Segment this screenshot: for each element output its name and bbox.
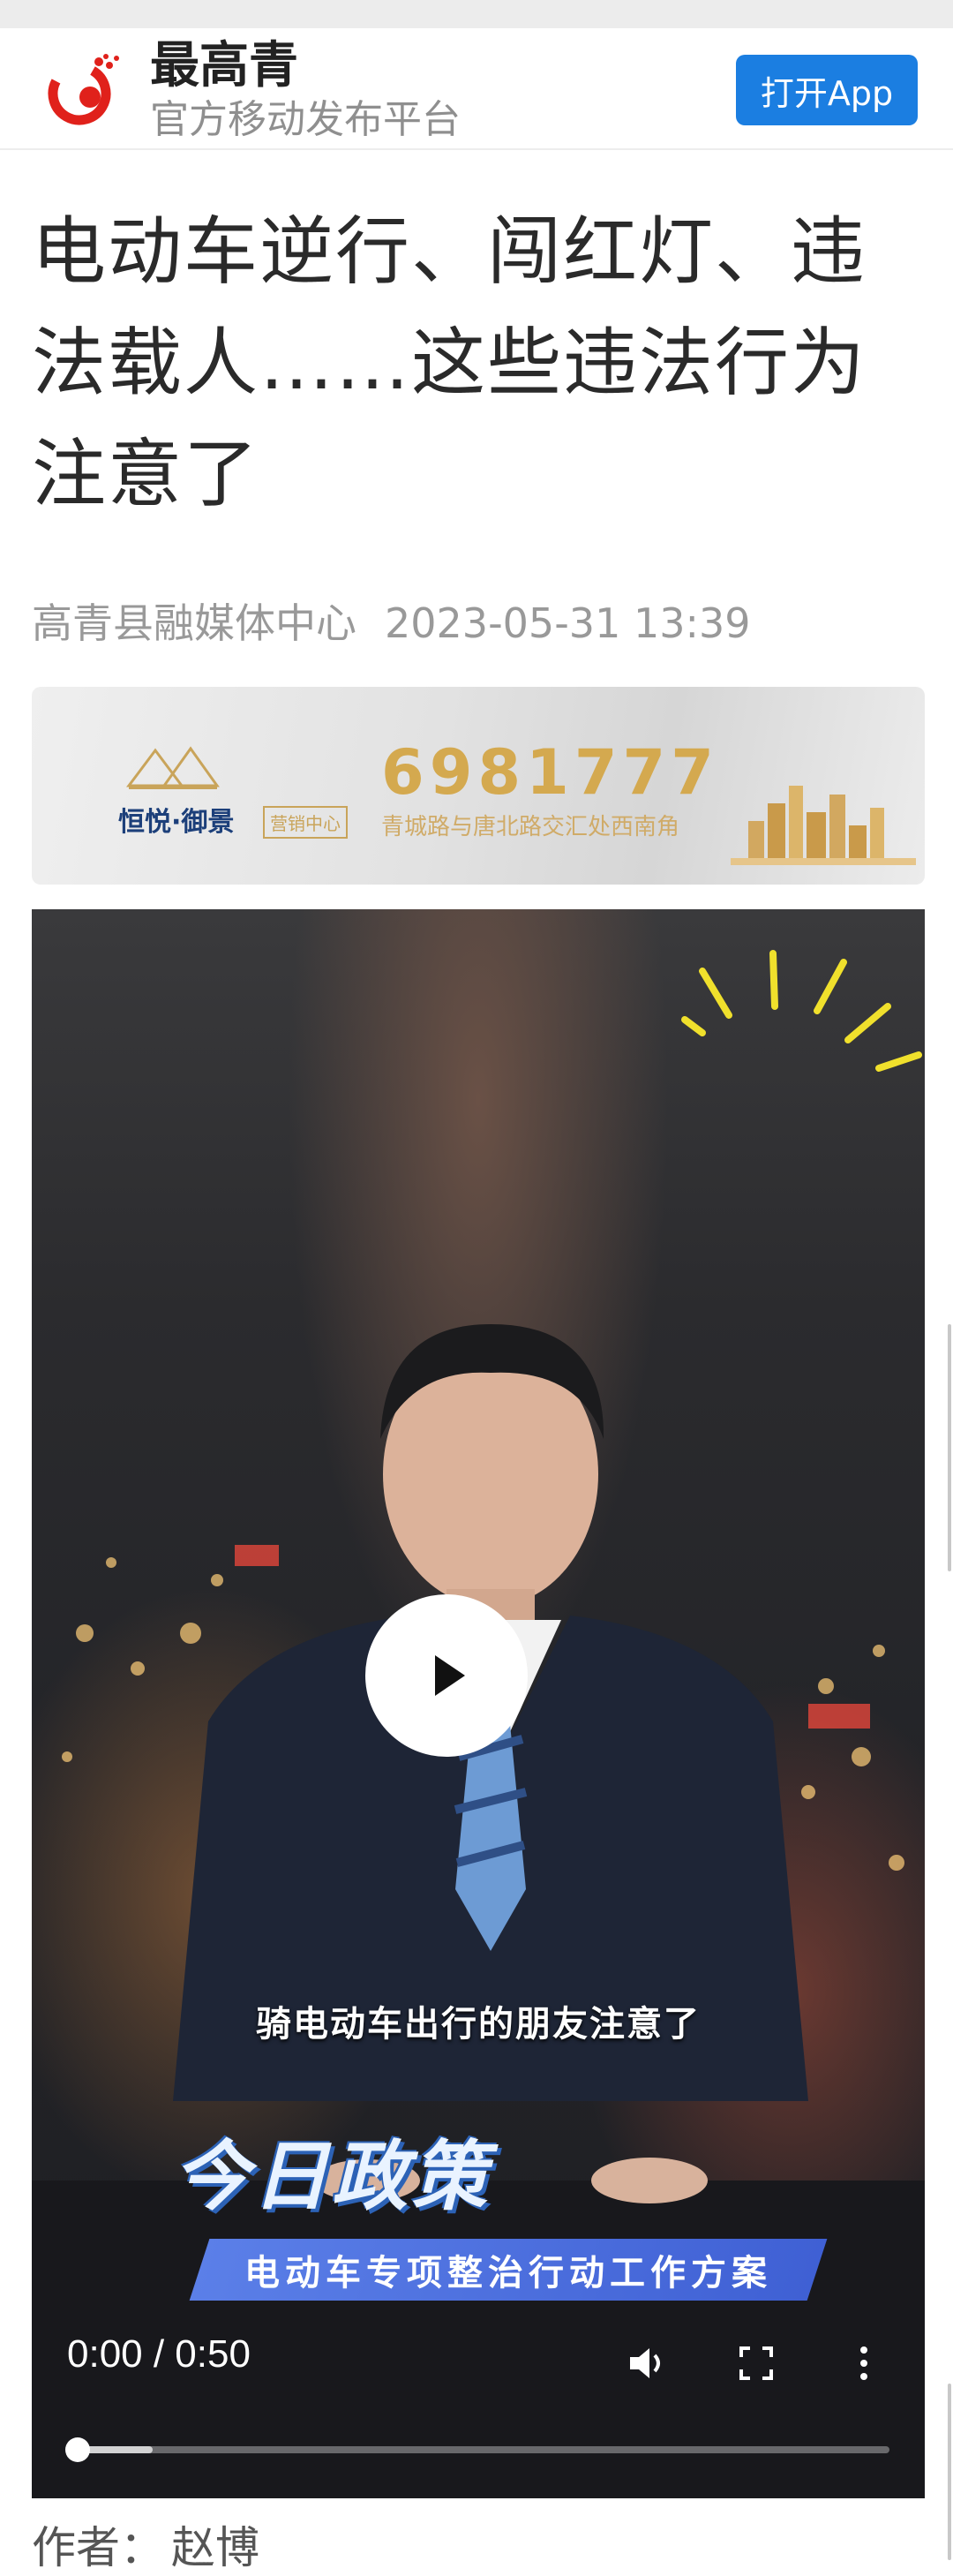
author-name: 赵博 [171,2522,259,2573]
scrollbar[interactable] [948,1324,951,1571]
article-author: 作者： 赵博 [32,2512,259,2576]
more-vertical-icon[interactable] [842,2341,886,2385]
app-header: 最高青 官方移动发布平台 打开App [0,28,953,150]
video-buffer-bar [79,2446,153,2453]
volume-icon[interactable] [625,2341,669,2385]
app-slogan: 官方移动发布平台 [150,97,461,142]
status-strip [0,0,953,28]
app-name: 最高青 [150,37,298,94]
ad-brand: 恒悦·御景 [118,807,235,838]
ad-tag: 营销中心 [263,806,348,839]
play-button[interactable] [365,1594,528,1757]
skyline-icon [731,786,916,865]
video-banner-title: 今日政策 [173,2133,491,2221]
video-progress-bar[interactable] [79,2446,889,2453]
article-source[interactable]: 高青县融媒体中心 [32,599,356,647]
play-icon [435,1655,465,1696]
video-subtitle: 骑电动车出行的朋友注意了 [256,2004,701,2045]
ad-phone: 6981777 [381,736,719,809]
author-label: 作者： [32,2522,164,2573]
video-banner-subtitle: 电动车专项整治行动工作方案 [244,2253,772,2294]
article-date: 2023-05-31 13:39 [385,599,751,647]
article-title: 电动车逆行、闯红灯、违法载人……这些违法行为注意了 [32,208,867,517]
ad-logo-emblem [126,746,220,789]
video-time: 0:00 / 0:50 [67,2332,251,2376]
ad-address: 青城路与唐北路交汇处西南角 [381,814,680,840]
article-meta: 高青县融媒体中心 2023-05-31 13:39 [32,591,751,650]
video-progress-thumb[interactable] [65,2437,90,2462]
ad-banner[interactable]: 恒悦·御景 营销中心 6981777 青城路与唐北路交汇处西南角 [32,687,925,885]
app-logo-icon [48,54,119,125]
open-app-button[interactable]: 打开App [736,55,918,125]
scrollbar-lower [948,2384,951,2560]
fullscreen-icon[interactable] [734,2341,778,2385]
